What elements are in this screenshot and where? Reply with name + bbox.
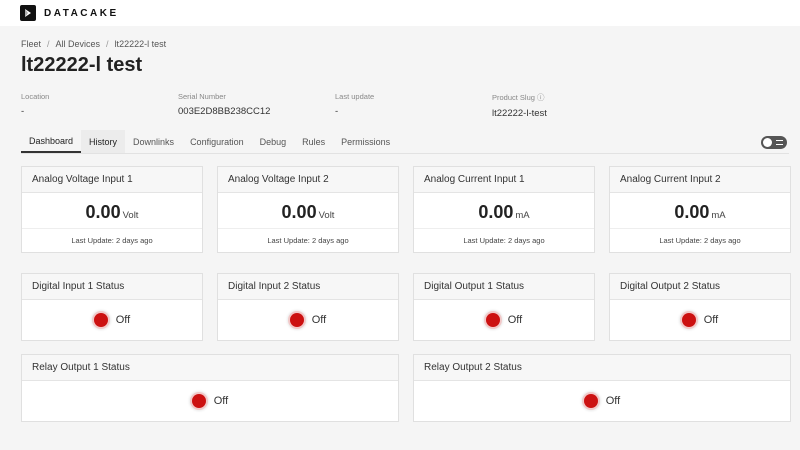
widget-value: 0.00 Volt: [218, 202, 398, 223]
widget-value-unit: Volt: [318, 210, 335, 221]
meta-value: -: [21, 106, 25, 117]
meta-value: lt22222-l-test: [492, 108, 547, 119]
tab-configuration[interactable]: Configuration: [182, 130, 252, 153]
breadcrumb: Fleet / All Devices / lt22222-l test: [21, 39, 166, 49]
widget-last-update: Last Update: 2 days ago: [218, 228, 398, 252]
widget-title: Analog Current Input 1: [414, 167, 594, 193]
widget-analog-current-2[interactable]: Analog Current Input 2 0.00 mA Last Updat…: [609, 166, 791, 253]
widget-status: Off: [610, 300, 790, 340]
page-title: lt22222-l test: [21, 54, 143, 76]
logo-text: DATACAKE: [44, 7, 119, 19]
widget-last-update: Last Update: 2 days ago: [414, 228, 594, 252]
widget-digital-output-2[interactable]: Digital Output 2 Status Off: [609, 273, 791, 341]
datacake-logo-icon[interactable]: [20, 5, 36, 21]
meta-label: Location: [21, 92, 50, 101]
meta-location: Location -: [21, 92, 178, 119]
widget-analog-current-1[interactable]: Analog Current Input 1 0.00 mA Last Updat…: [413, 166, 595, 253]
widget-status-text: Off: [311, 314, 327, 326]
meta-label: Serial Number: [178, 92, 226, 101]
meta-product-slug: Product Slug ⓘ lt22222-l-test: [492, 92, 649, 119]
tab-dashboard[interactable]: Dashboard: [21, 130, 82, 153]
widget-value: 0.00 mA: [610, 202, 790, 223]
device-page: Fleet / All Devices / lt22222-l test lt2…: [0, 26, 800, 450]
widget-value-number: 0.00: [85, 202, 121, 222]
widget-title: Digital Input 1 Status: [22, 274, 202, 300]
widget-relay-output-2[interactable]: Relay Output 2 Status Off: [413, 354, 791, 422]
widget-status-text: Off: [213, 395, 229, 407]
meta-value: 003E2D8BB238CC12: [178, 106, 271, 117]
status-off-indicator-icon: [583, 394, 598, 408]
widget-value-unit: mA: [515, 210, 530, 221]
widget-status-text: Off: [703, 314, 719, 326]
widget-title: Digital Output 2 Status: [610, 274, 790, 300]
device-tabs: Dashboard History Downlinks Configuratio…: [21, 130, 789, 154]
widget-title: Digital Input 2 Status: [218, 274, 398, 300]
tab-permissions[interactable]: Permissions: [333, 130, 398, 153]
meta-label: Product Slug ⓘ: [492, 93, 545, 102]
breadcrumb-current: lt22222-l test: [114, 39, 167, 49]
toggle-knob: [763, 138, 772, 147]
widget-value-number: 0.00: [281, 202, 317, 222]
widget-last-update: Last Update: 2 days ago: [610, 228, 790, 252]
status-off-indicator-icon: [289, 313, 304, 327]
widget-title: Analog Current Input 2: [610, 167, 790, 193]
widget-status: Off: [218, 300, 398, 340]
tab-rules[interactable]: Rules: [294, 130, 333, 153]
widget-digital-input-1[interactable]: Digital Input 1 Status Off: [21, 273, 203, 341]
widget-value-number: 0.00: [478, 202, 514, 222]
widget-analog-voltage-1[interactable]: Analog Voltage Input 1 0.00 Volt Last Upd…: [21, 166, 203, 253]
widget-title: Analog Voltage Input 2: [218, 167, 398, 193]
widget-value-unit: Volt: [122, 210, 139, 221]
widget-status: Off: [22, 381, 398, 421]
widget-status-text: Off: [115, 314, 131, 326]
status-off-indicator-icon: [191, 394, 206, 408]
toggle-lines: [776, 140, 783, 145]
device-meta: Location - Serial Number 003E2D8BB238CC1…: [21, 92, 781, 119]
widget-status: Off: [22, 300, 202, 340]
status-off-indicator-icon: [485, 313, 500, 327]
meta-label: Last update: [335, 92, 375, 101]
widget-value-number: 0.00: [674, 202, 710, 222]
widget-value: 0.00 Volt: [22, 202, 202, 223]
edit-mode-toggle-icon[interactable]: [761, 136, 787, 149]
widget-digital-output-1[interactable]: Digital Output 1 Status Off: [413, 273, 595, 341]
status-off-indicator-icon: [93, 313, 108, 327]
breadcrumb-separator: /: [47, 39, 50, 49]
widget-value: 0.00 mA: [414, 202, 594, 223]
widget-analog-voltage-2[interactable]: Analog Voltage Input 2 0.00 Volt Last Upd…: [217, 166, 399, 253]
widget-status: Off: [414, 300, 594, 340]
widget-title: Relay Output 2 Status: [414, 355, 790, 381]
widget-relay-output-1[interactable]: Relay Output 1 Status Off: [21, 354, 399, 422]
breadcrumb-fleet[interactable]: Fleet: [21, 39, 41, 49]
meta-last-update: Last update -: [335, 92, 492, 119]
breadcrumb-all-devices[interactable]: All Devices: [56, 39, 101, 49]
meta-value: -: [335, 106, 339, 117]
meta-serial-number: Serial Number 003E2D8BB238CC12: [178, 92, 335, 119]
widget-status: Off: [414, 381, 790, 421]
widget-digital-input-2[interactable]: Digital Input 2 Status Off: [217, 273, 399, 341]
widget-title: Digital Output 1 Status: [414, 274, 594, 300]
tab-history[interactable]: History: [81, 130, 126, 153]
widget-title: Relay Output 1 Status: [22, 355, 398, 381]
widget-title: Analog Voltage Input 1: [22, 167, 202, 193]
tab-downlinks[interactable]: Downlinks: [125, 130, 182, 153]
widget-status-text: Off: [605, 395, 621, 407]
widget-status-text: Off: [507, 314, 523, 326]
tab-debug[interactable]: Debug: [252, 130, 295, 153]
status-off-indicator-icon: [681, 313, 696, 327]
breadcrumb-separator: /: [106, 39, 109, 49]
widget-last-update: Last Update: 2 days ago: [22, 228, 202, 252]
widget-value-unit: mA: [711, 210, 726, 221]
top-bar: DATACAKE: [0, 0, 800, 26]
